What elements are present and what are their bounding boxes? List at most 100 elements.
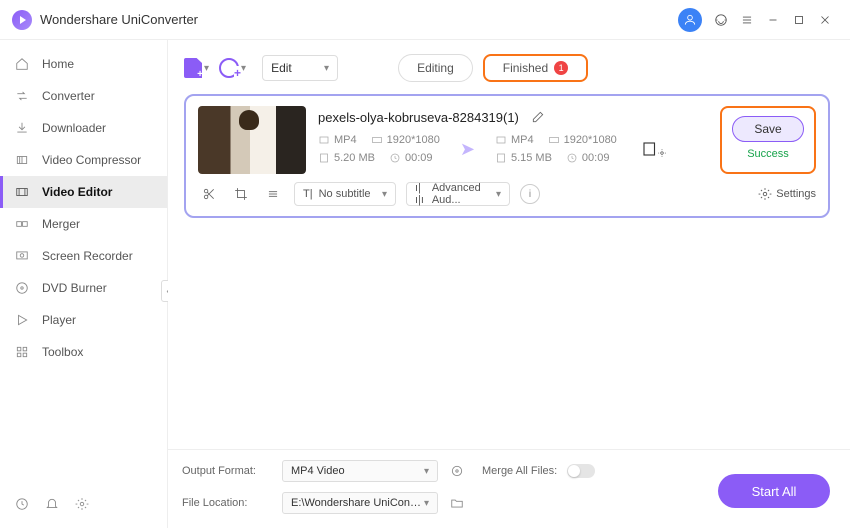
duration-icon	[566, 152, 578, 164]
tab-finished[interactable]: Finished1	[483, 54, 588, 82]
format-icon	[495, 134, 507, 146]
item-settings-button[interactable]: Settings	[758, 187, 816, 201]
sidebar-item-compressor[interactable]: Video Compressor	[0, 144, 167, 176]
start-all-button[interactable]: Start All	[718, 474, 830, 508]
arrow-right-icon: ➤	[460, 139, 475, 160]
size-icon	[318, 152, 330, 164]
audio-bars-icon: ı|ı|ı	[415, 182, 426, 206]
chevron-down-icon: ▾	[382, 189, 387, 200]
trim-icon[interactable]	[198, 183, 220, 205]
save-group: Save Success	[720, 106, 816, 174]
output-format-label: Output Format:	[182, 465, 272, 477]
compress-icon	[14, 152, 30, 168]
titlebar: Wondershare UniConverter	[0, 0, 850, 40]
chevron-down-icon: ▾	[241, 63, 246, 74]
circle-plus-icon	[219, 58, 239, 78]
dst-duration: 00:09	[582, 152, 610, 164]
content-area: ▾ ▾ Edit▾ Editing Finished1 pexels-olya-…	[168, 40, 850, 528]
home-icon	[14, 56, 30, 72]
text-icon: T|	[303, 188, 313, 200]
chevron-down-icon: ▾	[324, 63, 329, 74]
sidebar-item-home[interactable]: Home	[0, 48, 167, 80]
settings-icon[interactable]	[74, 496, 90, 512]
open-folder-icon[interactable]	[448, 494, 466, 512]
dst-format: MP4	[511, 134, 534, 146]
sidebar-item-dvd-burner[interactable]: DVD Burner	[0, 272, 167, 304]
format-settings-icon[interactable]	[448, 462, 466, 480]
minimize-button[interactable]	[760, 7, 786, 33]
src-format: MP4	[334, 134, 357, 146]
tab-label: Finished	[503, 61, 548, 75]
file-location-label: File Location:	[182, 497, 272, 509]
toolbox-icon	[14, 344, 30, 360]
save-button[interactable]: Save	[732, 116, 804, 142]
rename-icon[interactable]	[527, 106, 549, 128]
add-file-button[interactable]: ▾	[184, 58, 209, 78]
close-button[interactable]	[812, 7, 838, 33]
src-size: 5.20 MB	[334, 152, 375, 164]
video-thumbnail[interactable]	[198, 106, 306, 174]
tab-editing[interactable]: Editing	[398, 54, 473, 82]
output-format-value: MP4 Video	[291, 465, 345, 477]
recorder-icon	[14, 248, 30, 264]
maximize-button[interactable]	[786, 7, 812, 33]
sidebar-item-label: Downloader	[42, 121, 106, 135]
app-logo	[12, 10, 32, 30]
editor-icon	[14, 184, 30, 200]
subtitle-dropdown[interactable]: T| No subtitle ▾	[294, 182, 396, 206]
time-icon[interactable]	[14, 496, 30, 512]
duration-icon	[389, 152, 401, 164]
file-location-dropdown[interactable]: E:\Wondershare UniConverter▾	[282, 492, 438, 514]
sidebar-item-player[interactable]: Player	[0, 304, 167, 336]
audio-dropdown[interactable]: ı|ı|ı Advanced Aud... ▾	[406, 182, 510, 206]
edit-dropdown[interactable]: Edit ▾	[262, 55, 338, 81]
status-badge: Success	[747, 148, 789, 160]
subtitle-value: No subtitle	[319, 188, 371, 200]
sidebar-item-downloader[interactable]: Downloader	[0, 112, 167, 144]
edit-dd-label: Edit	[271, 61, 292, 75]
player-icon	[14, 312, 30, 328]
more-icon[interactable]	[262, 183, 284, 205]
info-button[interactable]: i	[520, 184, 540, 204]
format-icon	[318, 134, 330, 146]
sidebar-item-toolbox[interactable]: Toolbox	[0, 336, 167, 368]
support-icon[interactable]	[708, 7, 734, 33]
app-title: Wondershare UniConverter	[40, 12, 198, 27]
sidebar-item-label: Home	[42, 57, 74, 71]
dst-size: 5.15 MB	[511, 152, 552, 164]
converter-icon	[14, 88, 30, 104]
sidebar-item-label: Toolbox	[42, 345, 83, 359]
sidebar-item-label: Converter	[42, 89, 95, 103]
crop-icon[interactable]	[230, 183, 252, 205]
sidebar-item-label: Merger	[42, 217, 80, 231]
preset-settings-button[interactable]	[641, 140, 667, 158]
merge-label: Merge All Files:	[482, 465, 557, 477]
menu-icon[interactable]	[734, 7, 760, 33]
sidebar-item-label: DVD Burner	[42, 281, 107, 295]
tab-label: Editing	[417, 61, 454, 75]
sidebar-item-label: Video Compressor	[42, 153, 141, 167]
sidebar-item-video-editor[interactable]: Video Editor	[0, 176, 167, 208]
resolution-icon	[548, 134, 560, 146]
sidebar-item-merger[interactable]: Merger	[0, 208, 167, 240]
user-avatar[interactable]	[678, 8, 702, 32]
output-format-dropdown[interactable]: MP4 Video▾	[282, 460, 438, 482]
start-all-label: Start All	[752, 484, 797, 499]
audio-value: Advanced Aud...	[432, 182, 490, 206]
sidebar-item-converter[interactable]: Converter	[0, 80, 167, 112]
chevron-down-icon: ▾	[424, 498, 429, 509]
resolution-icon	[371, 134, 383, 146]
settings-label: Settings	[776, 188, 816, 200]
bell-icon[interactable]	[44, 496, 60, 512]
src-resolution: 1920*1080	[387, 134, 440, 146]
merger-icon	[14, 216, 30, 232]
sidebar-item-label: Player	[42, 313, 76, 327]
sidebar-item-screen-recorder[interactable]: Screen Recorder	[0, 240, 167, 272]
size-icon	[495, 152, 507, 164]
merge-toggle[interactable]	[567, 464, 595, 478]
add-url-button[interactable]: ▾	[219, 58, 246, 78]
chevron-down-icon: ▾	[204, 63, 209, 74]
chevron-down-icon: ▾	[496, 189, 501, 200]
dvd-icon	[14, 280, 30, 296]
download-icon	[14, 120, 30, 136]
